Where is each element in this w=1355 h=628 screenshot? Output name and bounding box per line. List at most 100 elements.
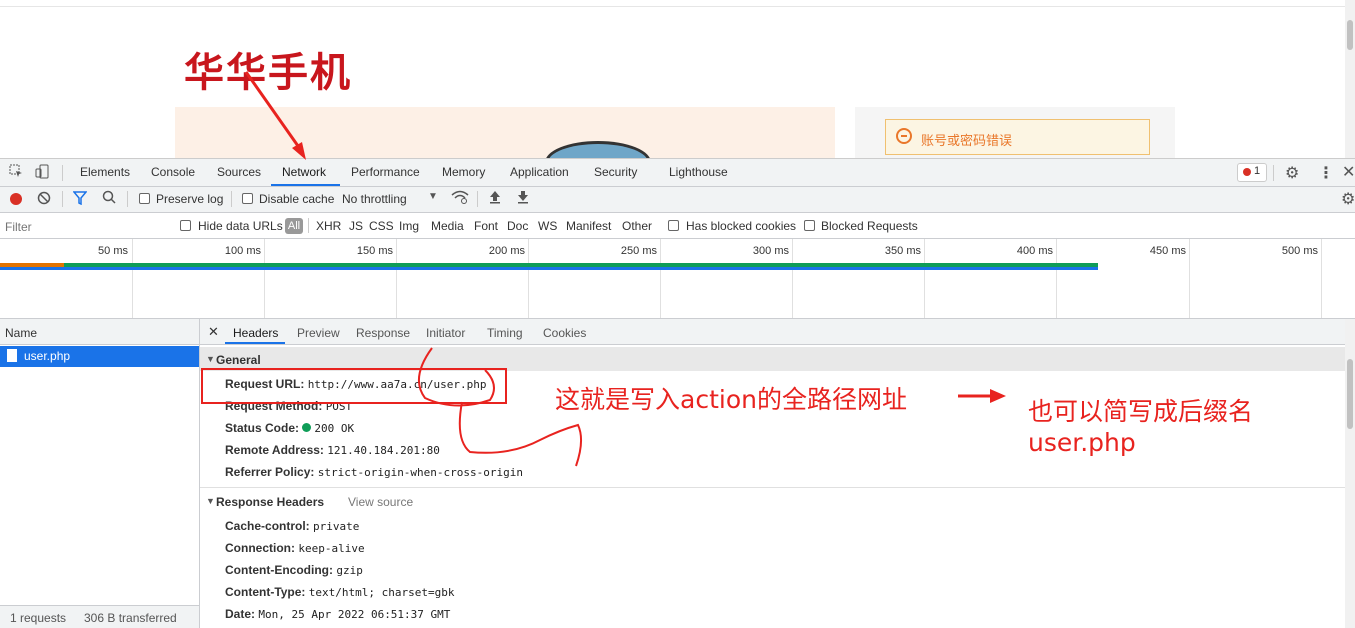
network-conditions-icon[interactable] [451,190,469,207]
detail-tabs-bar: ✕ Headers Preview Response Initiator Tim… [200,319,1345,345]
response-header-row: Connection: keep-alive [225,541,365,555]
referrer-policy-row: Referrer Policy: strict-origin-when-cros… [225,465,524,479]
filter-manifest[interactable]: Manifest [566,219,611,233]
device-toolbar-icon[interactable] [35,164,50,182]
hide-data-urls-checkbox[interactable] [180,220,191,231]
filter-bar: Hide data URLs All XHR JS CSS Img Media … [0,213,1355,239]
tab-console[interactable]: Console [151,165,195,179]
network-overview-timeline[interactable]: 50 ms 100 ms 150 ms 200 ms 250 ms 300 ms… [0,239,1355,319]
network-settings-gear-icon[interactable]: ⚙ [1341,189,1355,209]
tab-elements[interactable]: Elements [80,165,130,179]
preserve-log-checkbox[interactable] [139,193,150,204]
error-count-badge[interactable]: 1 [1237,163,1267,182]
throttling-select[interactable]: No throttling [342,192,407,206]
blocked-requests-checkbox[interactable] [804,220,815,231]
tab-cookies[interactable]: Cookies [543,326,586,340]
filter-other[interactable]: Other [622,219,652,233]
annotation-note-filename: user.php [1028,428,1136,457]
filter-xhr[interactable]: XHR [316,219,341,233]
request-detail-panel: ✕ Headers Preview Response Initiator Tim… [200,319,1345,628]
detail-scrollbar[interactable] [1345,319,1355,628]
remote-address-row: Remote Address: 121.40.184.201:80 [225,443,440,457]
tab-security[interactable]: Security [594,165,637,179]
view-source-link[interactable]: View source [348,495,413,509]
filter-media[interactable]: Media [431,219,464,233]
tab-initiator[interactable]: Initiator [426,326,465,340]
filter-doc[interactable]: Doc [507,219,528,233]
chevron-down-icon[interactable]: ▼ [428,191,438,202]
tab-response[interactable]: Response [356,326,410,340]
close-detail-icon[interactable]: ✕ [208,324,219,340]
time-tick: 500 ms [1281,245,1318,257]
tab-performance[interactable]: Performance [351,165,420,179]
page-scrollbar[interactable] [1345,0,1355,158]
time-tick: 250 ms [620,245,657,257]
filter-font[interactable]: Font [474,219,498,233]
tab-application[interactable]: Application [510,165,569,179]
status-code-row: Status Code: 200 OK [225,421,355,435]
has-blocked-cookies-label: Has blocked cookies [686,219,797,233]
active-detail-tab-indicator [225,342,285,344]
response-header-row: Content-Type: text/html; charset=gbk [225,585,455,599]
response-header-row: Cache-control: private [225,519,360,533]
general-section-header[interactable]: ▼ General [200,347,1345,371]
time-tick: 300 ms [752,245,789,257]
site-logo[interactable]: 华华手机 [184,40,352,98]
response-headers-section-header[interactable]: ▼ Response Headers View source [200,489,1345,513]
import-har-icon[interactable] [489,190,501,207]
status-bar: 1 requests 306 B transferred [0,605,199,628]
error-alert: 账号或密码错误 [885,119,1150,155]
export-har-icon[interactable] [517,190,529,207]
gear-icon[interactable]: ⚙ [1285,163,1299,183]
filter-icon[interactable] [72,191,88,208]
banner-image [175,107,835,184]
tab-headers[interactable]: Headers [233,326,278,340]
filter-input[interactable] [3,217,170,236]
document-icon [7,349,17,362]
devtools-tabs-bar: Elements Console Sources Network Perform… [0,159,1355,187]
tab-network[interactable]: Network [282,165,326,179]
filter-img[interactable]: Img [399,219,419,233]
inspect-element-icon[interactable] [9,164,24,182]
waiting-timing-bar [0,263,1098,267]
time-tick: 400 ms [1016,245,1053,257]
more-options-icon[interactable]: ⋮ [1318,163,1334,183]
divider [0,6,1345,7]
has-blocked-cookies-checkbox[interactable] [668,220,679,231]
error-icon [1243,168,1251,176]
record-icon[interactable] [10,193,22,205]
time-tick: 100 ms [224,245,261,257]
tab-memory[interactable]: Memory [442,165,485,179]
transferred-size: 306 B transferred [84,611,177,625]
time-tick: 150 ms [356,245,393,257]
name-column-label: Name [5,326,38,340]
search-icon[interactable] [102,190,116,207]
clear-icon[interactable] [37,191,51,208]
request-list: Name user.php 1 requests 306 B transferr… [0,319,200,628]
filter-ws[interactable]: WS [538,219,557,233]
filter-all-button[interactable]: All [285,218,303,234]
response-header-row: Date: Mon, 25 Apr 2022 06:51:37 GMT [225,607,451,621]
name-column-header[interactable]: Name [0,319,199,345]
network-toolbar: Preserve log Disable cache No throttling… [0,187,1355,213]
time-tick: 350 ms [884,245,921,257]
web-page: 华华手机 账号或密码错误 [0,0,1355,184]
filter-css[interactable]: CSS [369,219,394,233]
request-name: user.php [24,349,71,363]
annotation-note-short-form: 也可以简写成后缀名 [1028,397,1254,426]
request-row[interactable]: user.php [0,346,199,367]
tab-timing[interactable]: Timing [487,326,523,340]
tab-lighthouse[interactable]: Lighthouse [669,165,728,179]
requests-count: 1 requests [10,611,67,625]
tab-sources[interactable]: Sources [217,165,261,179]
blocked-requests-label: Blocked Requests [821,219,918,233]
collapse-triangle-icon: ▼ [206,354,215,364]
request-method-row: Request Method: POST [225,399,353,413]
time-tick: 450 ms [1149,245,1186,257]
disable-cache-label: Disable cache [259,192,335,206]
close-icon[interactable]: ✕ [1342,162,1355,182]
tab-preview[interactable]: Preview [297,326,340,340]
disable-cache-checkbox[interactable] [242,193,253,204]
status-ok-icon [302,423,312,432]
filter-js[interactable]: JS [349,219,363,233]
